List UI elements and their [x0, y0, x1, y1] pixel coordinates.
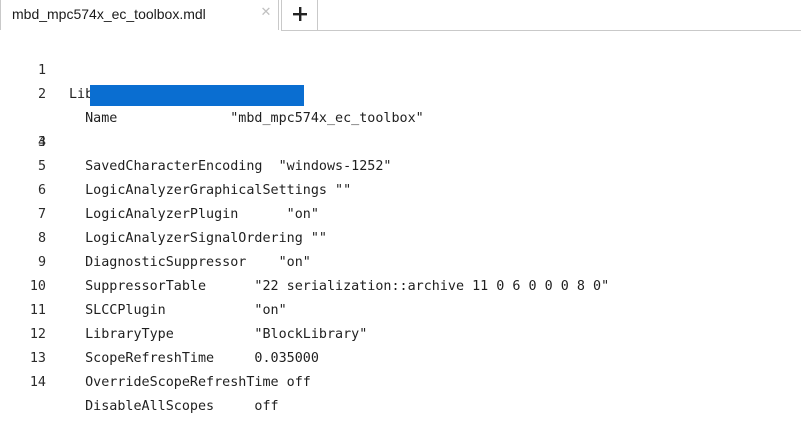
code-line: 11 LibraryType "BlockLibrary": [0, 275, 801, 342]
code-editor[interactable]: 1 Library { 2 Name "mbd_mpc574x_ec_toolb…: [0, 31, 801, 414]
code-line-selected: 3 Version 8.9: [0, 83, 801, 174]
line-number: 14: [29, 375, 46, 390]
code-line: 8 DiagnosticSuppressor "on": [0, 203, 801, 270]
code-line: 1 Library {: [0, 35, 801, 102]
code-line: 5 LogicAnalyzerGraphicalSettings "": [0, 131, 801, 198]
code-line: 12 ScopeRefreshTime 0.035000: [0, 299, 801, 366]
tab-label[interactable]: mbd_mpc574x_ec_toolbox.mdl: [12, 6, 206, 22]
code-line: 10 SLCCPlugin "on": [0, 251, 801, 318]
line-text[interactable]: OverrideScopeRefreshTime off: [69, 371, 311, 395]
plus-icon: [293, 7, 307, 21]
line-text[interactable]: DisableAllScopes off: [69, 395, 279, 419]
close-icon[interactable]: ✕: [259, 5, 273, 21]
code-line: 6 LogicAnalyzerPlugin "on": [0, 155, 801, 222]
text-selection: [90, 85, 304, 106]
code-line: 4 SavedCharacterEncoding "windows-1252": [0, 107, 801, 174]
tab-mbd-mpc574x-ec-toolbox[interactable]: mbd_mpc574x_ec_toolbox.mdl ✕: [0, 0, 279, 30]
tab-bar: mbd_mpc574x_ec_toolbox.mdl ✕: [0, 0, 801, 31]
code-line: 9 SuppressorTable "22 serialization::arc…: [0, 227, 801, 294]
code-line: 7 LogicAnalyzerSignalOrdering "": [0, 179, 801, 246]
code-line: 2 Name "mbd_mpc574x_ec_toolbox": [0, 59, 801, 126]
code-line: 14 DisableAllScopes off: [0, 347, 801, 414]
add-tab-button[interactable]: [281, 0, 318, 31]
code-line: 13 OverrideScopeRefreshTime off: [0, 323, 801, 390]
